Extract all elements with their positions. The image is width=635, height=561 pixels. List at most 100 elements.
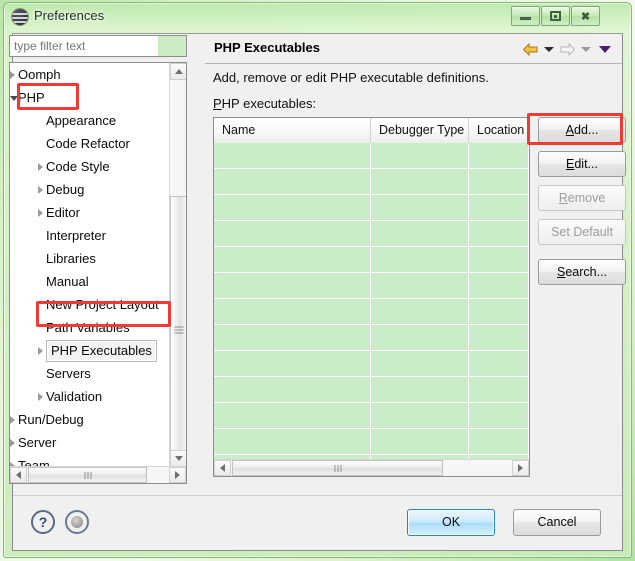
preferences-tree[interactable]: Oomph PHP Appearance Code Refactor Code Styl… — [9, 62, 187, 484]
close-icon[interactable]: ✖ — [571, 6, 600, 26]
table-hscroll-thumb[interactable] — [232, 460, 443, 476]
table-row[interactable] — [214, 143, 529, 169]
table-horizontal-scrollbar[interactable] — [214, 459, 529, 476]
table-body[interactable] — [214, 143, 529, 476]
tree-vscroll-thumb[interactable] — [170, 196, 186, 464]
dialog-button-bar: ? OK Cancel — [13, 495, 622, 550]
sidebar-item-run-debug[interactable]: Run/Debug — [10, 408, 169, 431]
question-mark-icon[interactable]: ? — [31, 510, 55, 534]
table-cell — [469, 143, 529, 168]
tree-hscroll-thumb[interactable] — [28, 467, 147, 483]
sidebar-item-manual[interactable]: Manual — [10, 270, 169, 293]
add-button[interactable]: Add... — [538, 117, 626, 143]
sidebar-item-interpreter[interactable]: Interpreter — [10, 224, 169, 247]
table-cell — [371, 377, 469, 402]
column-header-debugger-type[interactable]: Debugger Type — [371, 118, 469, 143]
sidebar-item-debug[interactable]: Debug — [10, 178, 169, 201]
scroll-right-icon[interactable] — [169, 467, 186, 483]
table-row[interactable] — [214, 429, 529, 455]
chevron-right-icon[interactable] — [38, 163, 43, 171]
edit-button[interactable]: Edit... — [538, 151, 626, 177]
table-row[interactable] — [214, 299, 529, 325]
filter-clear-area[interactable] — [158, 36, 186, 56]
tree-vertical-scrollbar[interactable] — [169, 63, 186, 467]
executables-table[interactable]: Name Debugger Type Location — [213, 117, 530, 477]
table-cell — [469, 377, 529, 402]
search-input[interactable] — [10, 36, 158, 56]
sidebar-item-php[interactable]: PHP — [10, 86, 169, 109]
table-row[interactable] — [214, 403, 529, 429]
table-cell — [371, 325, 469, 350]
sidebar-item-code-style[interactable]: Code Style — [10, 155, 169, 178]
back-chevron-down-icon[interactable] — [544, 46, 554, 52]
table-row[interactable] — [214, 351, 529, 377]
window-title: Preferences — [34, 8, 105, 23]
table-row[interactable] — [214, 377, 529, 403]
table-row[interactable] — [214, 273, 529, 299]
tree-horizontal-scrollbar[interactable] — [10, 466, 186, 483]
table-row[interactable] — [214, 247, 529, 273]
sidebar-item-label: Manual — [46, 274, 89, 289]
tree-viewport[interactable]: Oomph PHP Appearance Code Refactor Code Styl… — [10, 63, 169, 467]
sidebar-item-new-project-layout[interactable]: New Project Layout — [10, 293, 169, 316]
table-header-row: Name Debugger Type Location — [214, 118, 529, 144]
table-scroll-right-icon[interactable] — [512, 460, 529, 476]
sidebar-item-editor[interactable]: Editor — [10, 201, 169, 224]
sidebar-item-oomph[interactable]: Oomph — [10, 63, 169, 86]
table-cell — [214, 195, 371, 220]
table-label-rest: HP executables: — [221, 96, 317, 111]
chevron-right-icon[interactable] — [38, 186, 43, 194]
table-cell — [371, 351, 469, 376]
chevron-right-icon[interactable] — [38, 209, 43, 217]
table-row[interactable] — [214, 221, 529, 247]
scroll-down-icon[interactable] — [170, 450, 186, 467]
sidebar-item-label: PHP — [18, 90, 45, 105]
chevron-right-icon[interactable] — [38, 347, 43, 355]
scroll-up-icon[interactable] — [170, 63, 186, 80]
table-row[interactable] — [214, 169, 529, 195]
table-row[interactable] — [214, 325, 529, 351]
remove-button: Remove — [538, 185, 626, 211]
sidebar-item-path-variables[interactable]: Path Variables — [10, 316, 169, 339]
sidebar-item-servers[interactable]: Servers — [10, 362, 169, 385]
page-title: PHP Executables — [214, 40, 320, 55]
sidebar-item-php-executables[interactable]: PHP Executables — [10, 339, 169, 362]
column-header-location[interactable]: Location — [469, 118, 529, 143]
sidebar-item-code-refactor[interactable]: Code Refactor — [10, 132, 169, 155]
scroll-left-icon[interactable] — [10, 467, 27, 483]
sidebar-item-validation[interactable]: Validation — [10, 385, 169, 408]
chevron-right-icon[interactable] — [10, 439, 15, 447]
chevron-down-icon[interactable] — [10, 96, 18, 101]
minimize-icon[interactable] — [511, 6, 540, 26]
table-cell — [214, 299, 371, 324]
add-button-mnemonic: A — [565, 123, 574, 137]
restore-icon[interactable] — [541, 6, 570, 26]
chevron-right-icon[interactable] — [10, 416, 15, 424]
table-cell — [371, 403, 469, 428]
table-cell — [214, 273, 371, 298]
search-button[interactable]: Search... — [538, 259, 626, 285]
title-bar: Preferences ✖ — [4, 3, 631, 31]
back-arrow-icon[interactable] — [522, 42, 539, 57]
table-row[interactable] — [214, 195, 529, 221]
circle-button-icon[interactable] — [65, 510, 89, 534]
column-header-name[interactable]: Name — [214, 118, 371, 143]
filter-box[interactable] — [9, 35, 187, 57]
action-button-column: Add... Edit... Remove Set Default Search... — [538, 117, 626, 293]
cancel-button[interactable]: Cancel — [513, 509, 601, 536]
table-cell — [214, 403, 371, 428]
sidebar-item-server[interactable]: Server — [10, 431, 169, 454]
overflow-chevron-down-icon[interactable] — [599, 45, 611, 53]
sidebar-item-appearance[interactable]: Appearance — [10, 109, 169, 132]
sidebar-item-label: Debug — [46, 182, 85, 197]
sidebar-item-libraries[interactable]: Libraries — [10, 247, 169, 270]
table-scroll-left-icon[interactable] — [214, 460, 231, 476]
sidebar-item-label: Code Refactor — [46, 136, 130, 151]
eclipse-icon — [12, 9, 28, 25]
table-cell — [371, 247, 469, 272]
ok-button[interactable]: OK — [407, 509, 495, 536]
chevron-right-icon[interactable] — [38, 393, 43, 401]
chevron-right-icon[interactable] — [10, 71, 15, 79]
setdefault-button-label: Set Default — [551, 225, 613, 239]
panel-header: PHP Executables — [205, 35, 622, 64]
